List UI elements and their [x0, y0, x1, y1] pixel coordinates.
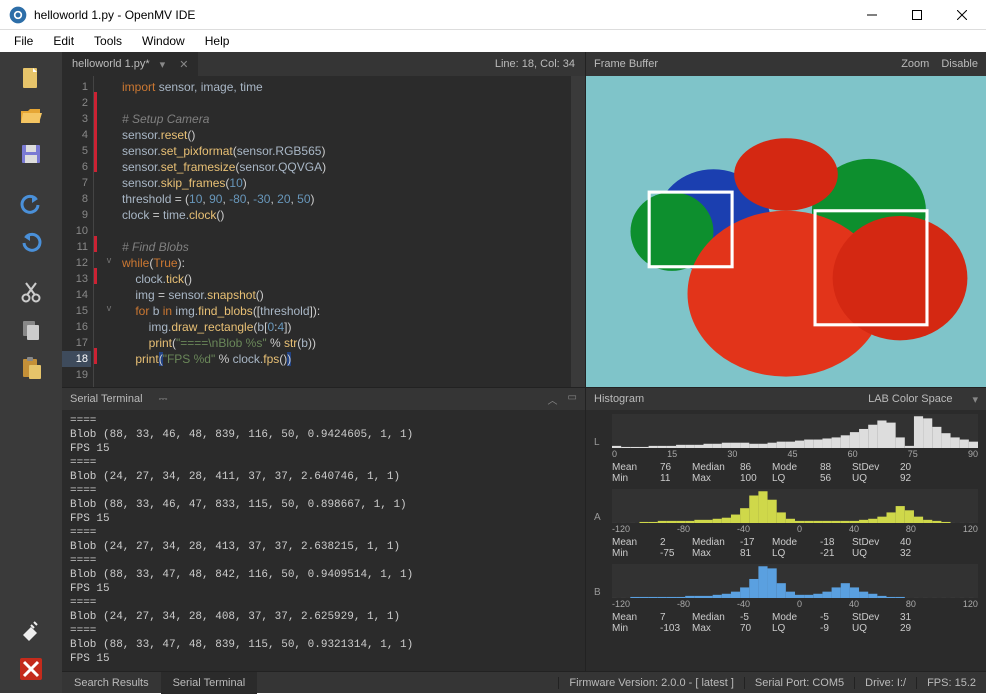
framebuffer-image[interactable] — [586, 76, 986, 387]
framebuffer-header: Frame Buffer Zoom Disable — [586, 52, 986, 76]
cut-button[interactable] — [7, 274, 55, 310]
tab-close-icon[interactable]: ✕ — [179, 58, 188, 71]
cursor-position: Line: 18, Col: 34 — [485, 58, 585, 70]
save-file-button[interactable] — [7, 136, 55, 172]
terminal-pane: Serial Terminal ⎓ ︿ ▭ ==== Blob (88, 33,… — [62, 388, 585, 671]
editor-scrollbar[interactable] — [571, 76, 585, 387]
open-file-button[interactable] — [7, 98, 55, 134]
serial-port-status: Serial Port: COM5 — [744, 677, 854, 689]
editor-tabbar: helloworld 1.py* ▾ ✕ Line: 18, Col: 34 — [62, 52, 585, 76]
colorspace-selector[interactable]: LAB Color Space — [868, 393, 952, 405]
disable-button[interactable]: Disable — [941, 58, 978, 70]
framebuffer-title: Frame Buffer — [594, 58, 658, 70]
menu-window[interactable]: Window — [132, 32, 195, 50]
editor-tab[interactable]: helloworld 1.py* ▾ ✕ — [62, 52, 198, 76]
left-toolbar — [0, 52, 62, 693]
firmware-status: Firmware Version: 2.0.0 - [ latest ] — [558, 677, 743, 689]
paste-button[interactable] — [7, 350, 55, 386]
tab-filename: helloworld 1.py* — [72, 58, 150, 70]
connect-button[interactable] — [7, 613, 55, 649]
terminal-settings-icon[interactable]: ⎓ — [159, 393, 168, 406]
menubar: FileEditToolsWindowHelp — [0, 30, 986, 52]
window-title: helloworld 1.py - OpenMV IDE — [34, 8, 849, 22]
drive-status: Drive: I:/ — [854, 677, 916, 689]
fps-status: FPS: 15.2 — [916, 677, 986, 689]
editor-pane: helloworld 1.py* ▾ ✕ Line: 18, Col: 34 1… — [62, 52, 585, 387]
titlebar: helloworld 1.py - OpenMV IDE — [0, 0, 986, 30]
close-button[interactable] — [939, 0, 984, 29]
terminal-output[interactable]: ==== Blob (88, 33, 46, 48, 839, 116, 50,… — [62, 410, 585, 671]
tab-dropdown-icon[interactable]: ▾ — [160, 58, 166, 71]
terminal-split-icon[interactable]: ▭ — [568, 392, 577, 407]
histogram-title: Histogram — [594, 393, 644, 405]
menu-help[interactable]: Help — [195, 32, 240, 50]
menu-file[interactable]: File — [4, 32, 43, 50]
bottombar: Search ResultsSerial Terminal Firmware V… — [62, 671, 986, 693]
copy-button[interactable] — [7, 312, 55, 348]
dropdown-icon[interactable]: ▾ — [972, 393, 978, 406]
minimize-button[interactable] — [849, 0, 894, 29]
menu-tools[interactable]: Tools — [84, 32, 132, 50]
terminal-collapse-icon[interactable]: ︿ — [548, 392, 558, 407]
new-file-button[interactable] — [7, 60, 55, 96]
undo-button[interactable] — [7, 186, 55, 222]
redo-button[interactable] — [7, 224, 55, 260]
zoom-button[interactable]: Zoom — [901, 58, 929, 70]
app-logo-icon — [8, 5, 28, 25]
stop-button[interactable] — [7, 651, 55, 687]
terminal-title: Serial Terminal — [70, 393, 143, 405]
bottom-tab-search-results[interactable]: Search Results — [62, 672, 161, 694]
menu-edit[interactable]: Edit — [43, 32, 84, 50]
maximize-button[interactable] — [894, 0, 939, 29]
bottom-tab-serial-terminal[interactable]: Serial Terminal — [161, 672, 258, 694]
histogram-pane: Histogram LAB Color Space ▾ L01530456075… — [585, 388, 986, 671]
code-editor[interactable]: 12345678910111213141516171819 vv import … — [62, 76, 585, 387]
